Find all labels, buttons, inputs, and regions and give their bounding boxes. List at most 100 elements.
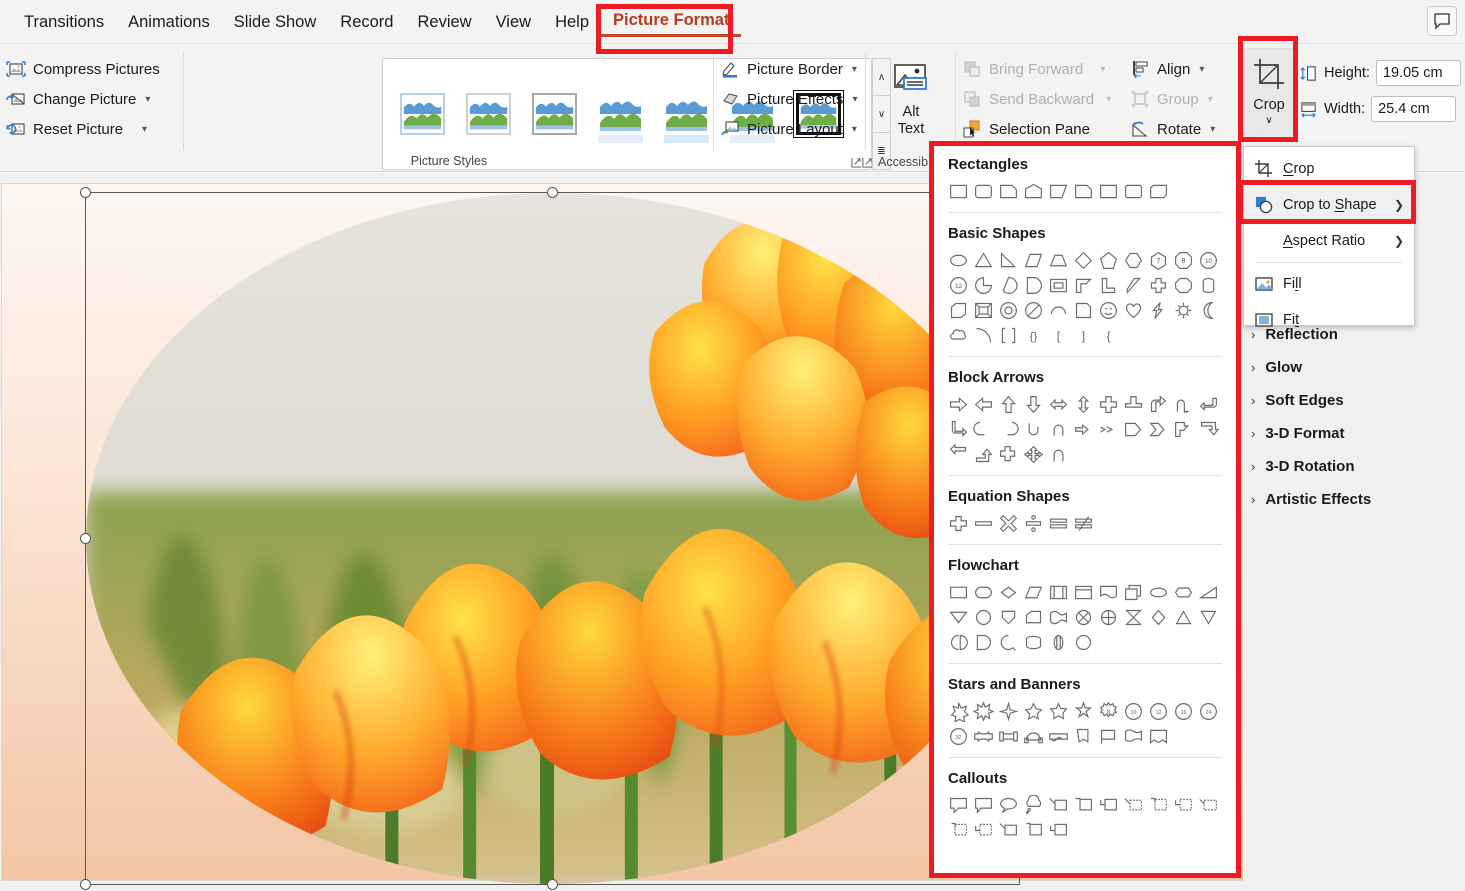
shape-item-icon[interactable] [996, 511, 1021, 536]
tab-animations[interactable]: Animations [116, 9, 222, 36]
shape-item-icon[interactable] [946, 630, 971, 655]
shape-item-icon[interactable] [946, 179, 971, 204]
shape-item-icon[interactable] [996, 392, 1021, 417]
shape-item-icon[interactable] [1146, 179, 1171, 204]
shape-item-icon[interactable] [1146, 392, 1171, 417]
shape-item-icon[interactable] [971, 699, 996, 724]
shape-item-icon[interactable] [1021, 273, 1046, 298]
shape-item-icon[interactable] [1096, 273, 1121, 298]
shape-item-icon[interactable] [946, 392, 971, 417]
shape-item-icon[interactable] [1046, 818, 1071, 843]
shape-grid-flowchart[interactable] [944, 580, 1226, 661]
chevron-down-icon[interactable]: ▾ [852, 64, 857, 75]
shape-item-icon[interactable] [1121, 298, 1146, 323]
shape-item-icon[interactable] [1071, 298, 1096, 323]
shape-item-icon[interactable] [1046, 298, 1071, 323]
shape-item-icon[interactable] [1046, 392, 1071, 417]
shape-item-icon[interactable] [996, 417, 1021, 442]
shape-item-icon[interactable] [1021, 179, 1046, 204]
shape-item-icon[interactable] [1196, 417, 1221, 442]
shape-item-icon[interactable] [1071, 605, 1096, 630]
shape-item-icon[interactable] [971, 417, 996, 442]
chevron-down-icon[interactable]: ▾ [1210, 124, 1215, 135]
menu-item-crop[interactable]: Crop [1244, 151, 1414, 187]
chevron-down-icon[interactable]: ▾ [852, 124, 857, 135]
shape-item-icon[interactable] [971, 298, 996, 323]
shape-item-icon[interactable] [1071, 699, 1096, 724]
shape-item-icon[interactable] [996, 630, 1021, 655]
shape-item-icon[interactable] [1196, 273, 1221, 298]
picture-style-thumb-1[interactable] [461, 89, 516, 139]
shape-item-icon[interactable] [971, 273, 996, 298]
shape-item-icon[interactable] [996, 818, 1021, 843]
dialog-launcher-icon[interactable] [851, 157, 862, 168]
shape-item-icon[interactable] [996, 793, 1021, 818]
tab-help[interactable]: Help [543, 9, 601, 36]
shape-item-icon[interactable] [1046, 580, 1071, 605]
shape-item-icon[interactable] [1021, 442, 1046, 467]
shape-item-icon[interactable] [1171, 298, 1196, 323]
shape-item-icon[interactable] [1021, 580, 1046, 605]
shape-item-icon[interactable] [971, 392, 996, 417]
shape-item-icon[interactable] [1021, 511, 1046, 536]
shape-item-icon[interactable] [1071, 511, 1096, 536]
shape-item-icon[interactable] [971, 179, 996, 204]
chevron-down-icon[interactable]: ▾ [145, 94, 150, 105]
shape-item-icon[interactable] [1046, 699, 1071, 724]
shape-item-icon[interactable] [946, 793, 971, 818]
shape-item-icon[interactable] [996, 724, 1021, 749]
shape-item-icon[interactable] [1046, 793, 1071, 818]
shape-item-icon[interactable] [946, 298, 971, 323]
shape-item-icon[interactable] [1021, 298, 1046, 323]
shape-item-icon[interactable] [1021, 699, 1046, 724]
shape-item-icon[interactable] [996, 442, 1021, 467]
crop-button[interactable]: Crop ∨ [1243, 48, 1295, 138]
shape-item-icon[interactable] [1196, 392, 1221, 417]
shape-item-icon[interactable] [1096, 179, 1121, 204]
selection-handle-top-center[interactable] [546, 187, 558, 198]
shape-item-icon[interactable]: 8 [1171, 248, 1196, 273]
shape-item-icon[interactable] [1046, 724, 1071, 749]
shape-item-icon[interactable] [1071, 793, 1096, 818]
menu-item-crop-to-shape[interactable]: Crop to Shape ❯ [1244, 187, 1414, 223]
shape-item-icon[interactable]: ] [1071, 323, 1096, 348]
crop-dropdown-chevron-icon[interactable]: ∨ [1265, 115, 1272, 126]
shape-item-icon[interactable] [996, 323, 1021, 348]
shape-item-icon[interactable] [1096, 298, 1121, 323]
shape-item-icon[interactable] [1021, 392, 1046, 417]
group-button[interactable]: Group ▾ [1124, 84, 1244, 114]
shape-item-icon[interactable] [1146, 298, 1171, 323]
chevron-down-icon[interactable]: ▾ [852, 94, 857, 105]
side-panel-item-3-d-format[interactable]: › 3-D Format [1243, 417, 1465, 450]
selection-pane-button[interactable]: Selection Pane [956, 114, 1121, 144]
shape-item-icon[interactable] [996, 298, 1021, 323]
tab-picture-format[interactable]: Picture Format [601, 7, 742, 37]
shape-item-icon[interactable] [971, 442, 996, 467]
shape-item-icon[interactable] [996, 605, 1021, 630]
shape-item-icon[interactable] [1046, 248, 1071, 273]
shape-item-icon[interactable] [1146, 724, 1171, 749]
shape-item-icon[interactable] [946, 323, 971, 348]
selection-handle-top-left[interactable] [80, 187, 91, 198]
chevron-down-icon[interactable]: ▾ [1100, 64, 1105, 75]
menu-item-fill[interactable]: Fill [1244, 266, 1414, 302]
shape-item-icon[interactable] [946, 818, 971, 843]
width-input[interactable]: 25.4 cm [1371, 96, 1457, 122]
shape-item-icon[interactable] [946, 699, 971, 724]
shape-item-icon[interactable] [1046, 273, 1071, 298]
chevron-down-icon[interactable]: ▾ [1208, 94, 1213, 105]
shape-item-icon[interactable]: 12 [1146, 699, 1171, 724]
picture-style-thumb-3[interactable] [593, 89, 648, 143]
shape-item-icon[interactable] [1046, 417, 1071, 442]
shape-item-icon[interactable]: 32 [946, 724, 971, 749]
picture-layout-button[interactable]: Picture Layout ▾ [714, 114, 866, 144]
shape-item-icon[interactable] [1096, 724, 1121, 749]
selection-handle-bottom-center[interactable] [546, 879, 558, 890]
shape-item-icon[interactable] [1096, 417, 1121, 442]
shape-item-icon[interactable] [1096, 793, 1121, 818]
tab-transitions[interactable]: Transitions [12, 9, 116, 36]
shape-item-icon[interactable] [1121, 273, 1146, 298]
shape-item-icon[interactable] [1196, 298, 1221, 323]
shape-item-icon[interactable] [1046, 442, 1071, 467]
picture-style-thumb-2[interactable] [527, 89, 582, 139]
